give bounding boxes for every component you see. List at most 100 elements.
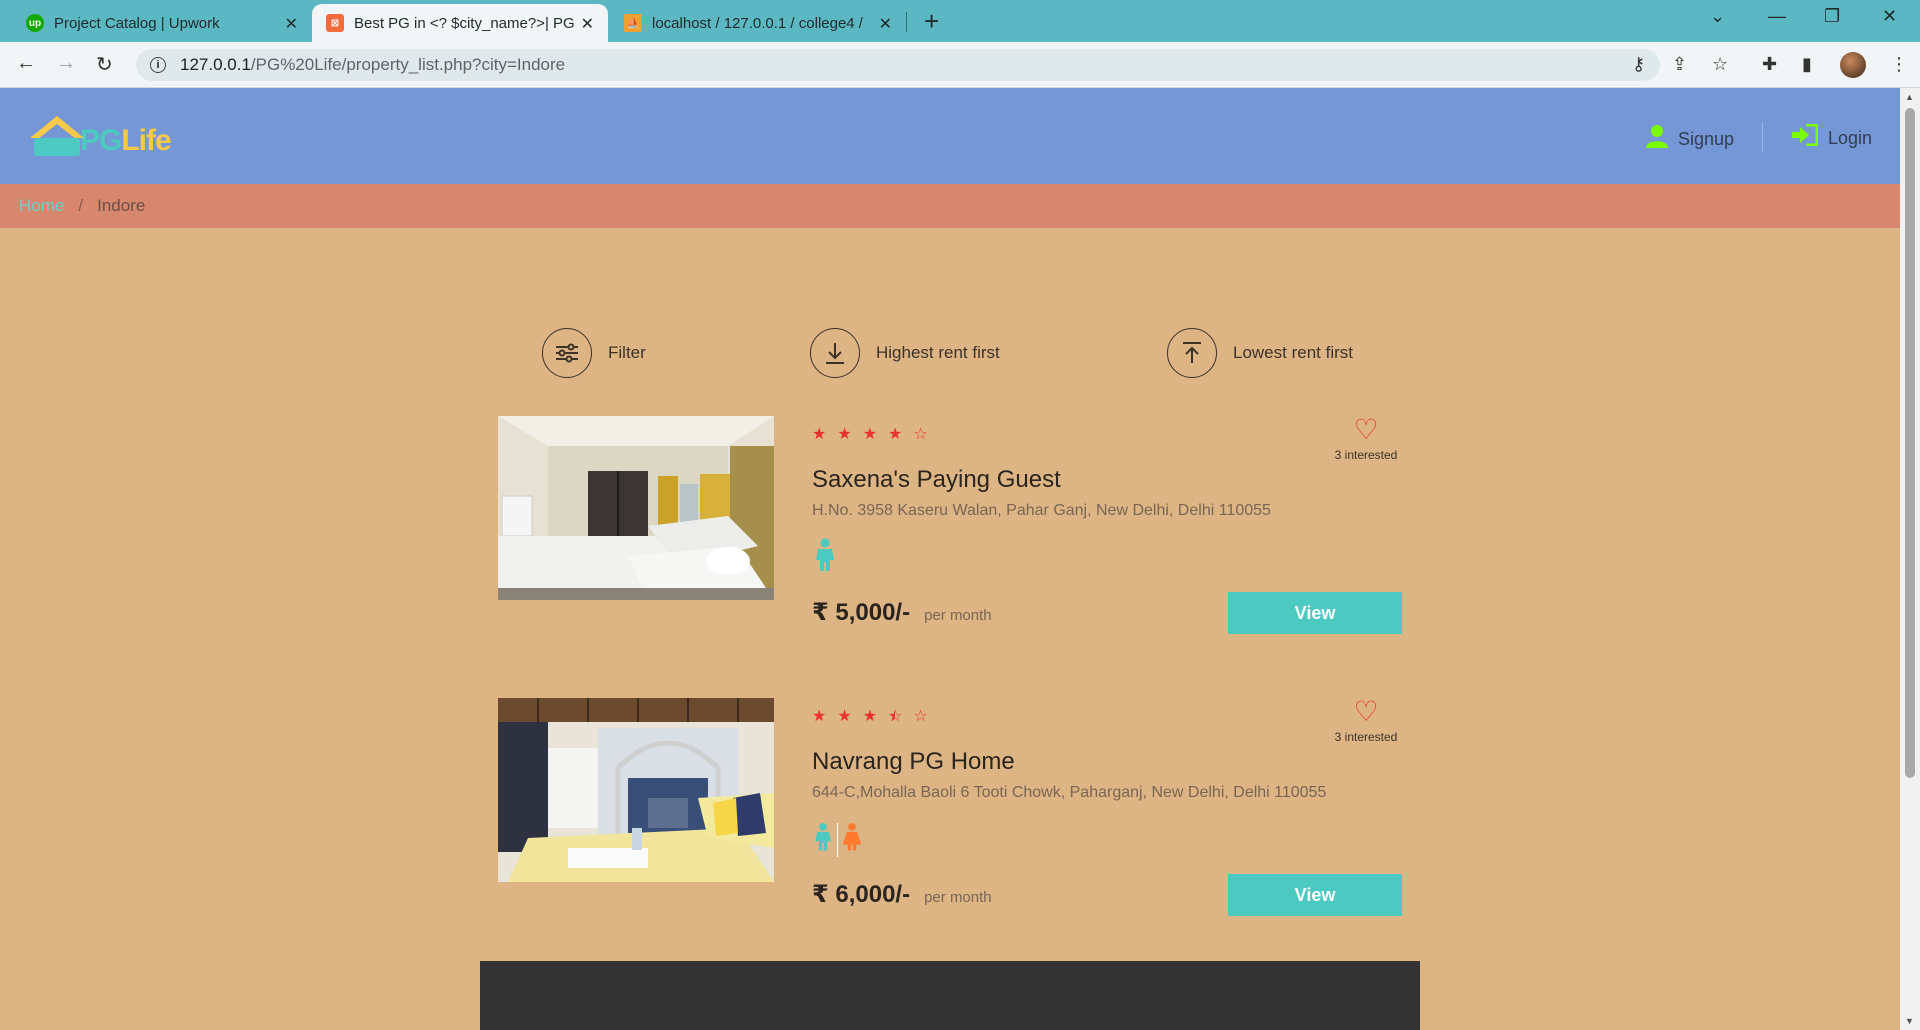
reload-button[interactable]: ↻ (96, 52, 113, 77)
extensions-icon[interactable]: ✚ (1762, 54, 1777, 75)
tab-search-icon[interactable]: ⌄ (1710, 6, 1725, 27)
breadcrumb-home-link[interactable]: Home (19, 196, 64, 216)
site-footer (480, 961, 1420, 1030)
gender-divider (837, 822, 838, 857)
scrollbar-thumb[interactable] (1905, 108, 1915, 778)
interested-toggle[interactable]: ♡ 3 interested (1330, 416, 1402, 463)
signup-link[interactable]: Signup (1646, 124, 1734, 154)
heart-icon[interactable]: ♡ (1330, 416, 1402, 444)
browser-tab-bar: up Project Catalog | Upwork ✕ ⊠ Best PG … (0, 0, 1920, 42)
site-header: PGLife Signup Login (0, 88, 1900, 184)
rating-stars: ★ ★ ★ ★ ☆ (812, 424, 939, 444)
signup-label: Signup (1678, 128, 1735, 149)
tab-title: localhost / 127.0.0.1 / college4 / (652, 14, 863, 32)
breadcrumb-separator: / (78, 196, 84, 215)
tab-phpmyadmin[interactable]: ⛵ localhost / 127.0.0.1 / college4 / ✕ (610, 4, 906, 42)
property-name: Saxena's Paying Guest (812, 466, 1061, 493)
url-field[interactable]: i 127.0.0.1/PG%20Life/property_list.php?… (136, 49, 1660, 81)
property-card: ★ ★ ★ ★ ☆ ☆ ♡ 3 interested Navrang PG Hom… (498, 698, 1402, 916)
highest-rent-label: Highest rent first (876, 343, 1000, 362)
url-host: 127.0.0.1 (180, 55, 251, 74)
star-full-icon: ★ (812, 426, 827, 443)
page-scrollbar[interactable]: ▲ ▼ (1900, 88, 1920, 1030)
logo-life: Life (121, 124, 171, 157)
view-button[interactable]: View (1228, 874, 1402, 916)
rent-amount: ₹ 6,000/- (812, 881, 911, 908)
xampp-icon: ⊠ (326, 14, 344, 32)
property-photo[interactable] (498, 698, 774, 882)
scroll-down-arrow[interactable]: ▼ (1905, 1016, 1914, 1026)
login-label: Login (1828, 127, 1873, 148)
sign-in-icon (1790, 123, 1819, 152)
sliders-icon (542, 328, 592, 378)
forward-button[interactable]: → (56, 52, 76, 75)
tab-title: Project Catalog | Upwork (54, 14, 220, 32)
tab-separator (906, 12, 907, 32)
profile-avatar[interactable] (1840, 52, 1866, 78)
upwork-icon: up (26, 14, 44, 32)
highest-rent-first-button[interactable]: Highest rent first (810, 328, 1000, 378)
tab-title: Best PG in <? $city_name?>| PG L (354, 14, 578, 32)
star-empty-icon: ☆ (913, 426, 928, 443)
rating-stars: ★ ★ ★ ★ ☆ ☆ (812, 706, 939, 726)
tab-best-pg[interactable]: ⊠ Best PG in <? $city_name?>| PG L ✕ (312, 4, 608, 42)
property-photo[interactable] (498, 416, 774, 600)
lowest-rent-first-button[interactable]: Lowest rent first (1167, 328, 1353, 378)
logo-text: PGLife (80, 124, 172, 158)
gender-indicators (812, 538, 838, 577)
property-address: H.No. 3958 Kaseru Walan, Pahar Ganj, New… (812, 502, 1271, 519)
star-full-icon: ★ (888, 426, 903, 443)
price-row: ₹ 6,000/- per month (812, 880, 992, 909)
minimize-button[interactable]: — (1768, 6, 1786, 27)
star-full-icon: ★ (812, 708, 827, 725)
female-icon (841, 820, 863, 859)
star-full-icon: ★ (862, 426, 878, 443)
share-icon[interactable]: ⇪ (1672, 54, 1687, 75)
tab-upwork[interactable]: up Project Catalog | Upwork ✕ (12, 4, 312, 42)
rent-amount: ₹ 5,000/- (812, 599, 911, 626)
interested-count: 3 interested (1334, 730, 1398, 744)
view-button[interactable]: View (1228, 592, 1402, 634)
star-full-icon: ★ (862, 708, 878, 725)
logo-pg: PG (80, 124, 122, 157)
property-name: Navrang PG Home (812, 748, 1015, 775)
phpmyadmin-icon: ⛵ (624, 14, 642, 32)
login-link[interactable]: Login (1790, 123, 1873, 152)
bookmark-star-icon[interactable]: ☆ (1712, 54, 1728, 75)
key-icon[interactable]: ⚷ (1632, 54, 1645, 75)
star-half-icon: ★ ☆ (888, 708, 903, 725)
male-icon (812, 820, 834, 859)
close-icon[interactable]: ✕ (879, 14, 892, 34)
close-icon[interactable]: ✕ (285, 14, 298, 34)
rent-period: per month (924, 889, 992, 906)
restore-button[interactable]: ❐ (1824, 6, 1840, 27)
new-tab-button[interactable]: + (924, 6, 939, 37)
close-icon[interactable]: ✕ (581, 14, 594, 34)
property-address: 644-C,Mohalla Baoli 6 Tooti Chowk, Pahar… (812, 784, 1327, 801)
filter-button[interactable]: Filter (542, 328, 646, 378)
filter-label: Filter (608, 343, 646, 362)
star-empty-icon: ☆ (913, 708, 928, 725)
male-icon (812, 538, 838, 577)
heart-icon[interactable]: ♡ (1330, 698, 1402, 726)
arrow-down-icon (810, 328, 860, 378)
user-icon (1646, 124, 1668, 154)
side-panel-icon[interactable]: ▮ (1802, 54, 1812, 75)
breadcrumb: Home / Indore (0, 184, 1900, 228)
house-logo-icon (30, 116, 84, 158)
interested-toggle[interactable]: ♡ 3 interested (1330, 698, 1402, 745)
site-info-icon[interactable]: i (150, 57, 166, 73)
back-button[interactable]: ← (16, 52, 36, 75)
scroll-up-arrow[interactable]: ▲ (1905, 92, 1914, 102)
lowest-rent-label: Lowest rent first (1233, 343, 1353, 362)
menu-icon[interactable]: ⋮ (1890, 54, 1908, 75)
address-bar-row: ← → ↻ i 127.0.0.1/PG%20Life/property_lis… (0, 42, 1920, 88)
pglife-logo[interactable]: PGLife (30, 116, 172, 158)
breadcrumb-current: Indore (97, 196, 146, 215)
interested-count: 3 interested (1334, 448, 1398, 462)
window-close-button[interactable]: ✕ (1882, 6, 1897, 27)
price-row: ₹ 5,000/- per month (812, 598, 992, 627)
nav-divider (1762, 122, 1763, 152)
arrow-up-icon (1167, 328, 1217, 378)
url-path: /PG%20Life/property_list.php?city=Indore (250, 55, 566, 74)
